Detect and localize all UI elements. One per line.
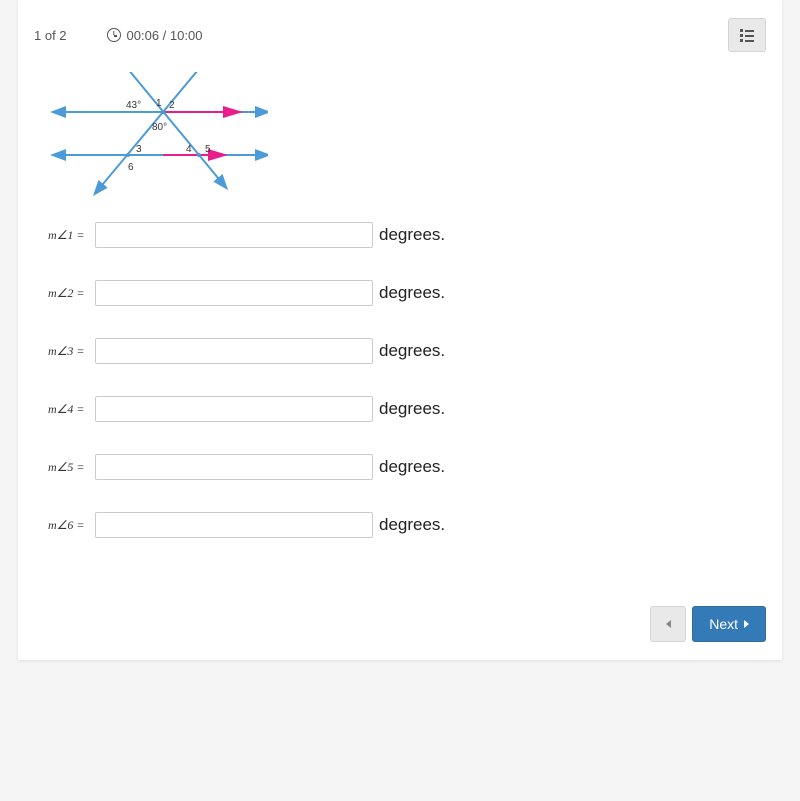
header-left: 1 of 2 00:06 / 10:00 xyxy=(34,28,202,43)
question-row-3: m∠3 = degrees. xyxy=(48,338,752,364)
clock-icon xyxy=(107,28,121,42)
angle-input-3[interactable] xyxy=(95,338,373,364)
diagram-label-2: 2 xyxy=(169,100,175,111)
angle-label-4: m∠4 = xyxy=(48,402,88,417)
diagram-label-80: 80° xyxy=(152,122,167,133)
list-icon xyxy=(740,29,754,41)
angle-input-2[interactable] xyxy=(95,280,373,306)
next-button[interactable]: Next xyxy=(692,606,766,642)
next-button-label: Next xyxy=(709,616,738,632)
angle-label-5: m∠5 = xyxy=(48,460,88,475)
unit-label-3: degrees. xyxy=(379,341,445,361)
diagram-label-3: 3 xyxy=(136,144,142,155)
geometry-diagram: 43° 1 2 80° 3 4 5 6 xyxy=(48,72,268,202)
list-menu-button[interactable] xyxy=(728,18,766,52)
page-counter: 1 of 2 xyxy=(34,28,67,43)
unit-label-1: degrees. xyxy=(379,225,445,245)
footer-nav: Next xyxy=(650,606,766,642)
question-row-5: m∠5 = degrees. xyxy=(48,454,752,480)
triangle-right-icon xyxy=(744,620,749,628)
diagram-label-5: 5 xyxy=(205,144,211,155)
prev-button[interactable] xyxy=(650,606,686,642)
unit-label-2: degrees. xyxy=(379,283,445,303)
question-row-4: m∠4 = degrees. xyxy=(48,396,752,422)
diagram-label-43: 43° xyxy=(126,100,141,111)
diagram-label-1: 1 xyxy=(156,98,162,109)
triangle-left-icon xyxy=(666,620,671,628)
angle-input-5[interactable] xyxy=(95,454,373,480)
question-row-2: m∠2 = degrees. xyxy=(48,280,752,306)
angle-input-4[interactable] xyxy=(95,396,373,422)
question-row-6: m∠6 = degrees. xyxy=(48,512,752,538)
angle-label-6: m∠6 = xyxy=(48,518,88,533)
timer-text: 00:06 / 10:00 xyxy=(127,28,203,43)
question-row-1: m∠1 = degrees. xyxy=(48,222,752,248)
timer: 00:06 / 10:00 xyxy=(107,28,203,43)
content-area: 43° 1 2 80° 3 4 5 6 m∠1 = degrees. m∠2 =… xyxy=(18,62,782,600)
unit-label-5: degrees. xyxy=(379,457,445,477)
angle-label-1: m∠1 = xyxy=(48,228,88,243)
angle-input-1[interactable] xyxy=(95,222,373,248)
diagram-label-4: 4 xyxy=(186,144,192,155)
diagram-label-6: 6 xyxy=(128,162,134,173)
unit-label-6: degrees. xyxy=(379,515,445,535)
unit-label-4: degrees. xyxy=(379,399,445,419)
page-container: 1 of 2 00:06 / 10:00 xyxy=(18,0,782,660)
header-bar: 1 of 2 00:06 / 10:00 xyxy=(18,0,782,62)
angle-label-3: m∠3 = xyxy=(48,344,88,359)
angle-input-6[interactable] xyxy=(95,512,373,538)
angle-label-2: m∠2 = xyxy=(48,286,88,301)
